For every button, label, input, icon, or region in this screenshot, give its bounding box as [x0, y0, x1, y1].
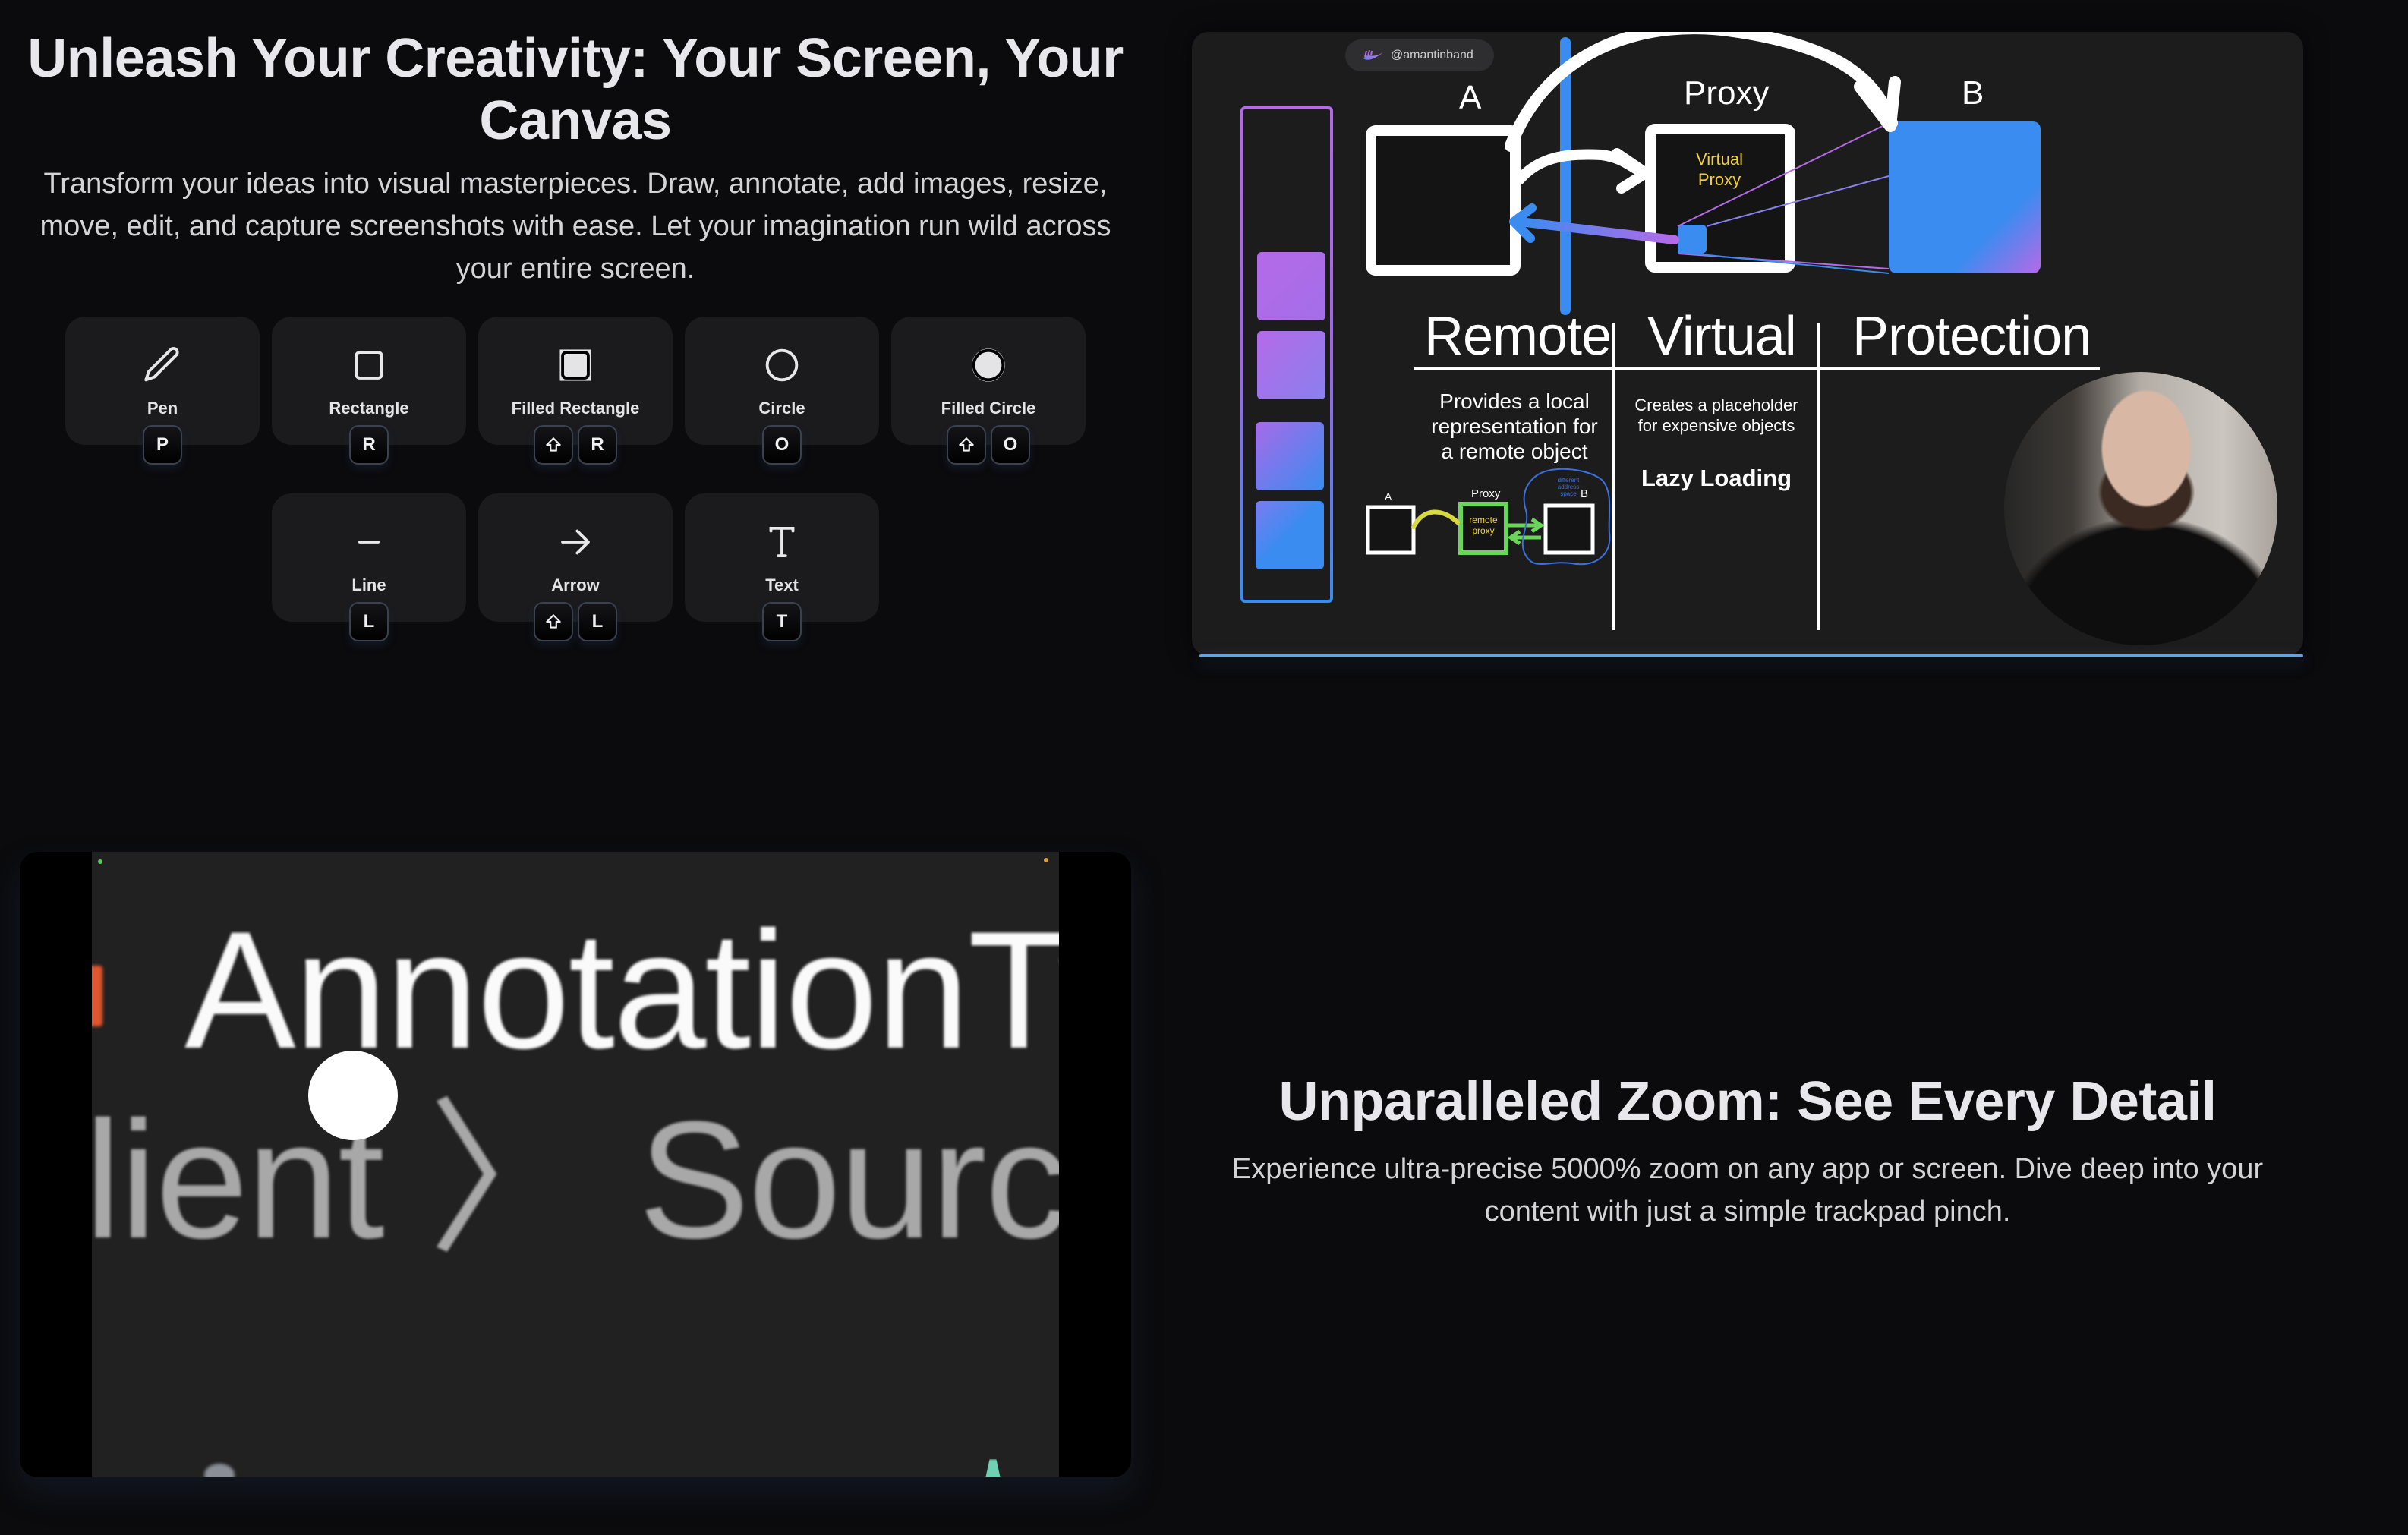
zoom-section-title: Unparalleled Zoom: See Every Detail	[1278, 1071, 2217, 1132]
tool-label: Pen	[147, 399, 178, 418]
circle-icon	[760, 343, 804, 387]
address-space-note: different address space	[1552, 477, 1585, 497]
tool-label: Filled Rectangle	[511, 399, 640, 418]
desc-line: Provides a local	[1439, 389, 1590, 413]
cursor-indicator	[308, 1051, 398, 1140]
mini-node-a	[1366, 505, 1416, 555]
shortcut-keys: O	[891, 425, 1086, 465]
mini-arrow	[1506, 517, 1545, 534]
mini-arrow	[1411, 509, 1460, 529]
proxy-inner-line: Virtual	[1696, 150, 1743, 169]
mini-proxy-inner: remote proxy	[1462, 515, 1505, 536]
magnified-view: AnnotationTy lient 〉 Sources	[92, 852, 1059, 1477]
shift-key-icon	[534, 602, 573, 641]
shortcut-key: O	[991, 425, 1030, 465]
tool-label: Text	[765, 575, 799, 594]
magnified-fragment	[204, 1464, 235, 1477]
tool-circle[interactable]: Circle O	[685, 317, 879, 465]
status-dot-orange	[1044, 858, 1048, 862]
note-line: address	[1557, 484, 1580, 490]
sidebar-tile	[1257, 331, 1325, 399]
zoom-section-description: Experience ultra-precise 5000% zoom on a…	[1231, 1153, 2264, 1228]
presenter-webcam	[2004, 372, 2277, 645]
rectangle-icon	[347, 343, 391, 387]
node-proxy-label: Proxy	[1684, 74, 1770, 112]
shortcut-key: O	[762, 425, 802, 465]
shortcut-key: P	[143, 425, 182, 465]
zoom-demo-preview: AnnotationTy lient 〉 Sources	[20, 852, 1131, 1477]
sidebar-tile	[1256, 501, 1324, 569]
node-b-label: B	[1962, 74, 1984, 112]
category-virtual: Virtual	[1647, 306, 1797, 367]
category-remote: Remote	[1424, 306, 1612, 367]
tool-arrow[interactable]: Arrow L	[478, 493, 673, 641]
tool-pen[interactable]: Pen P	[65, 317, 260, 465]
shortcut-keys: T	[685, 602, 879, 641]
mini-arrow	[1507, 529, 1541, 546]
text-icon	[760, 520, 804, 564]
proxy-inner-label: Virtual Proxy	[1670, 149, 1769, 190]
preview-progress-line	[1199, 654, 2303, 657]
shortcut-keys: R	[478, 425, 673, 465]
tool-filled-rectangle[interactable]: Filled Rectangle R	[478, 317, 673, 465]
tool-rectangle[interactable]: Rectangle R	[272, 317, 466, 465]
shortcut-keys: O	[685, 425, 879, 465]
mini-proxy-label: Proxy	[1471, 487, 1501, 500]
note-line: space	[1560, 490, 1577, 497]
tool-text[interactable]: Text T	[685, 493, 879, 641]
proxy-inner-line: Proxy	[1697, 170, 1741, 189]
remote-description: Provides a local representation for a re…	[1420, 389, 1609, 464]
note-line: different	[1557, 477, 1580, 484]
arrow-icon	[553, 520, 597, 564]
tool-label: Filled Circle	[941, 399, 1036, 418]
desc-line: for expensive objects	[1637, 416, 1795, 435]
proxy-placeholder	[1678, 225, 1707, 254]
shortcut-key: T	[762, 602, 802, 641]
mini-proxy-inner-line: proxy	[1472, 525, 1495, 536]
pen-icon	[140, 343, 184, 387]
sidebar-tile	[1256, 422, 1324, 490]
node-a-label: A	[1459, 79, 1482, 116]
sidebar-tile	[1257, 252, 1325, 320]
node-a-box	[1366, 125, 1521, 276]
desc-line: Creates a placeholder	[1634, 396, 1798, 414]
desc-line: a remote object	[1441, 440, 1588, 463]
tool-line[interactable]: Line L	[272, 493, 466, 641]
tool-label: Arrow	[551, 575, 600, 594]
draw-section-title: Unleash Your Creativity: Your Screen, Yo…	[27, 28, 1124, 151]
filled-circle-icon	[966, 343, 1010, 387]
tool-filled-circle[interactable]: Filled Circle O	[891, 317, 1086, 465]
shortcut-key: L	[578, 602, 617, 641]
draw-section-description: Transform your ideas into visual masterp…	[39, 168, 1111, 285]
virtual-description: Creates a placeholder for expensive obje…	[1625, 395, 1808, 436]
shortcut-keys: P	[65, 425, 260, 465]
shortcut-keys: R	[272, 425, 466, 465]
tool-label: Circle	[758, 399, 805, 418]
mini-proxy-inner-line: remote	[1469, 515, 1498, 525]
shortcut-keys: L	[478, 602, 673, 641]
shortcut-key: R	[578, 425, 617, 465]
magnified-text-line2: lient 〉 Sources	[92, 1086, 1059, 1273]
shift-key-icon	[947, 425, 986, 465]
magnified-fragment	[985, 1459, 1001, 1477]
shift-key-icon	[534, 425, 573, 465]
mini-a-label: A	[1385, 490, 1392, 503]
shortcut-key: L	[349, 602, 389, 641]
mini-node-b	[1543, 503, 1595, 555]
line-icon	[347, 520, 391, 564]
shortcut-key: R	[349, 425, 389, 465]
category-protection: Protection	[1852, 306, 2091, 367]
shortcut-keys: L	[272, 602, 466, 641]
lazy-loading-label: Lazy Loading	[1641, 465, 1792, 491]
filled-rectangle-icon	[553, 343, 597, 387]
tool-label: Rectangle	[329, 399, 409, 418]
tool-label: Line	[351, 575, 386, 594]
magnified-icon-fragment	[92, 966, 102, 1026]
canvas-demo-preview: @amantinband A Proxy B Virtual Proxy Rem…	[1192, 32, 2303, 656]
status-dot-green	[98, 859, 102, 864]
desc-line: representation for	[1431, 414, 1598, 438]
node-b-box	[1889, 121, 2041, 273]
